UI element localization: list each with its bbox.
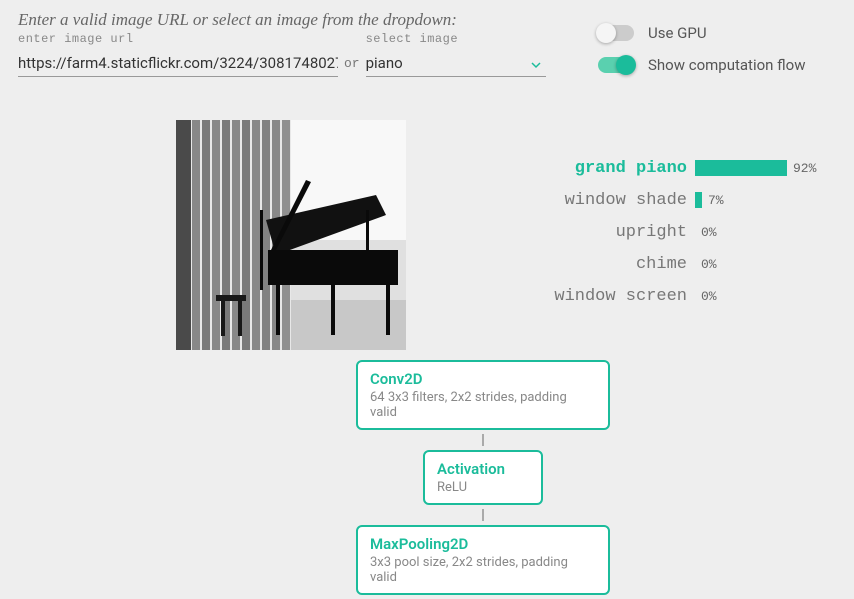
prediction-bar-area: 0% (695, 256, 717, 272)
flow-node: Activation ReLU (423, 450, 543, 505)
flow-node-subtitle: 3x3 pool size, 2x2 strides, padding vali… (370, 555, 596, 585)
prediction-row: upright 0% (455, 222, 835, 242)
prediction-label: chime (455, 255, 695, 274)
select-label: select image (366, 32, 546, 46)
image-url-input[interactable] (18, 50, 338, 77)
flow-node: MaxPooling2D 3x3 pool size, 2x2 strides, … (356, 525, 610, 595)
prediction-pct: 0% (701, 257, 717, 272)
toggle-gpu-switch[interactable] (598, 25, 634, 41)
prediction-pct: 7% (708, 193, 724, 208)
toggles-panel: Use GPU Show computation flow (598, 24, 806, 88)
prediction-bar-area: 7% (695, 192, 724, 208)
computation-flow: Conv2D 64 3x3 filters, 2x2 strides, paddi… (356, 360, 610, 599)
url-field-group: enter image url (18, 32, 338, 77)
prediction-label: grand piano (455, 159, 695, 178)
image-preview (176, 120, 406, 350)
flow-connector (482, 509, 484, 521)
toggle-gpu-label: Use GPU (648, 24, 707, 42)
prediction-bar-area: 0% (695, 224, 717, 240)
flow-node-subtitle: 64 3x3 filters, 2x2 strides, padding val… (370, 390, 596, 420)
prediction-label: window shade (455, 191, 695, 210)
piano-svg (176, 120, 406, 350)
flow-node-title: Activation (437, 460, 529, 478)
toggle-flow-switch[interactable] (598, 57, 634, 73)
flow-node: Conv2D 64 3x3 filters, 2x2 strides, paddi… (356, 360, 610, 430)
prediction-pct: 0% (701, 225, 717, 240)
prediction-pct: 0% (701, 289, 717, 304)
prediction-label: upright (455, 223, 695, 242)
prediction-bar-area: 92% (695, 160, 816, 176)
image-select[interactable]: piano (366, 50, 546, 76)
flow-connector (482, 434, 484, 446)
select-wrap: piano (366, 50, 546, 77)
select-field-group: select image piano (366, 32, 546, 77)
prediction-row: grand piano 92% (455, 158, 835, 178)
toggle-gpu-row: Use GPU (598, 24, 806, 42)
prediction-label: window screen (455, 287, 695, 306)
flow-node-title: Conv2D (370, 370, 596, 388)
prediction-bar (695, 192, 702, 208)
prediction-bar-area: 0% (695, 288, 717, 304)
flow-node-title: MaxPooling2D (370, 535, 596, 553)
predictions-panel: grand piano92%window shade7%upright0%chi… (455, 158, 835, 318)
toggle-flow-label: Show computation flow (648, 56, 806, 74)
prediction-bar (695, 160, 787, 176)
url-label: enter image url (18, 32, 338, 46)
prediction-pct: 92% (793, 161, 816, 176)
flow-node-subtitle: ReLU (437, 480, 529, 495)
prediction-row: chime 0% (455, 254, 835, 274)
prediction-row: window screen 0% (455, 286, 835, 306)
toggle-flow-row: Show computation flow (598, 56, 806, 74)
or-text: or (344, 56, 360, 77)
prediction-row: window shade 7% (455, 190, 835, 210)
